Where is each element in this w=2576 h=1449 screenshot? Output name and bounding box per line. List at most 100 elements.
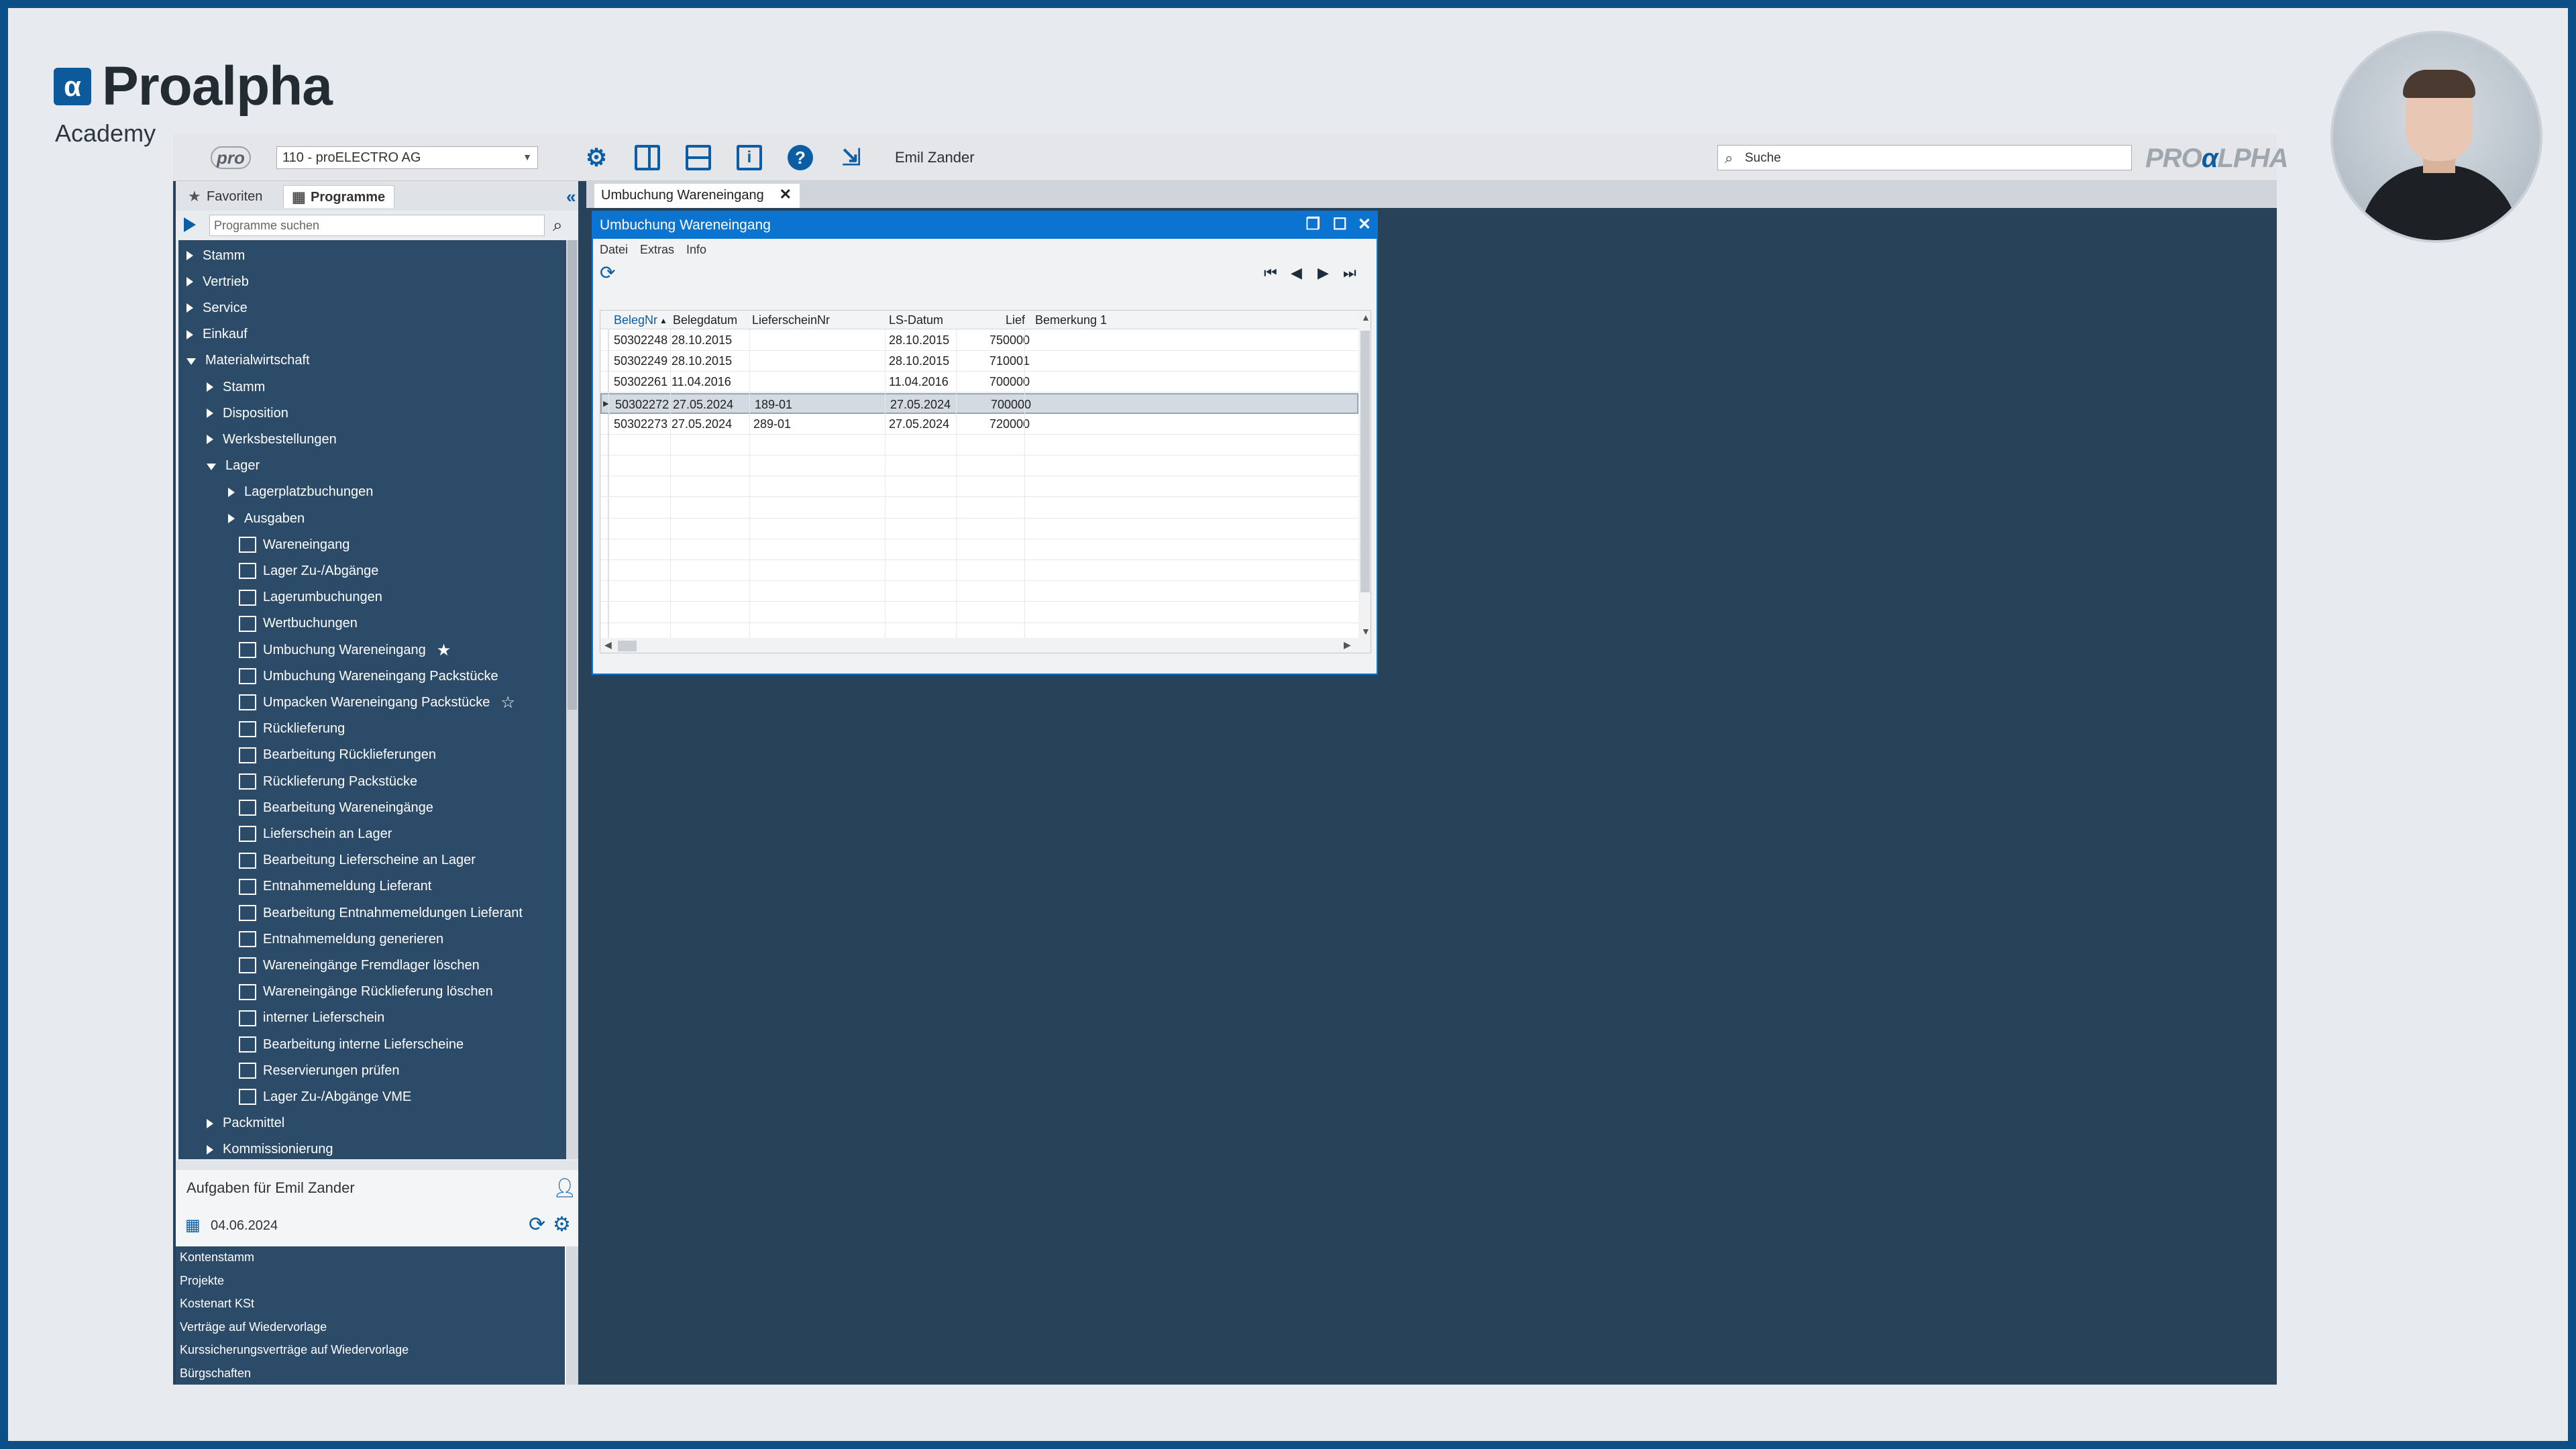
row-indicator[interactable] (600, 435, 608, 455)
chevron-right-icon[interactable] (207, 382, 213, 392)
search-icon[interactable]: ⌕ (553, 215, 563, 236)
row-indicator[interactable] (600, 602, 608, 623)
row-indicator[interactable] (600, 455, 608, 477)
calendar-icon[interactable]: ▦ (185, 1216, 201, 1235)
window-titlebar[interactable]: Umbuchung Wareneingang ❐ ☐ ✕ (593, 212, 1377, 239)
table-cell-lsdatum[interactable]: 11.04.2016 (889, 375, 949, 389)
table-cell-belegnr[interactable]: 50302273 (614, 417, 667, 431)
task-item[interactable]: Kontenstamm (180, 1250, 254, 1265)
task-item[interactable]: Kurssicherungsverträge auf Wiedervorlage (180, 1343, 409, 1357)
chevron-right-icon[interactable] (186, 303, 193, 313)
first-record-icon[interactable]: ⏮ (1264, 264, 1277, 282)
table-cell-lsdatum[interactable]: 28.10.2015 (889, 354, 949, 368)
tree-item[interactable]: Wareneingang (239, 532, 350, 557)
maximize-icon[interactable]: ☐ (1332, 215, 1347, 234)
tree-item[interactable]: Umbuchung Wareneingang Packstücke (239, 663, 498, 689)
column-header-belegdatum[interactable]: Belegdatum (673, 313, 737, 327)
menu-datei[interactable]: Datei (600, 243, 628, 256)
menu-info[interactable]: Info (686, 243, 706, 256)
chevron-down-icon[interactable] (186, 358, 196, 365)
column-header-lieferscheinnr[interactable]: LieferscheinNr (752, 313, 830, 327)
play-icon[interactable] (184, 217, 196, 232)
table-cell-lieferscheinnr[interactable]: 189-01 (755, 398, 792, 412)
table-horizontal-scrollbar[interactable]: ◀ ▶ (600, 638, 1358, 653)
tree-item[interactable]: Disposition (207, 400, 288, 426)
table-row[interactable] (600, 518, 1358, 539)
tree-item[interactable]: Einkauf (186, 322, 248, 347)
table-cell-belegdatum[interactable]: 27.05.2024 (672, 417, 732, 431)
table-vertical-scrollbar[interactable]: ▲ ▼ (1358, 311, 1371, 653)
tree-item[interactable]: Rücklieferung Packstücke (239, 769, 417, 794)
refresh-icon[interactable]: ⟳ (529, 1213, 545, 1236)
chevron-right-icon[interactable] (228, 487, 235, 497)
table-row[interactable]: 50302248 28.10.2015 28.10.2015 750000 (600, 330, 1358, 351)
tree-item[interactable]: Lagerumbuchungen (239, 585, 382, 610)
table-row[interactable] (600, 560, 1358, 582)
table-cell-lieferscheinnr[interactable]: 289-01 (753, 417, 791, 431)
row-indicator[interactable] (600, 497, 608, 519)
chevron-right-icon[interactable] (207, 1144, 213, 1155)
task-item[interactable]: Verträge auf Wiedervorlage (180, 1320, 327, 1334)
tab-programs[interactable]: ▦ Programme (283, 185, 394, 208)
panel-splitter[interactable] (176, 1161, 578, 1170)
row-indicator[interactable] (600, 476, 608, 498)
tree-item[interactable]: Bearbeitung Lieferscheine an Lager (239, 848, 476, 873)
tree-item[interactable]: Ausgaben (228, 506, 305, 531)
row-indicator[interactable] (600, 581, 608, 602)
row-indicator[interactable] (600, 330, 608, 351)
next-record-icon[interactable]: ▶ (1318, 264, 1329, 282)
chevron-left-icon[interactable]: ◀ (604, 639, 612, 651)
table-cell-lief[interactable]: 700000 (991, 398, 1031, 412)
table-cell-belegnr[interactable]: 50302249 (614, 354, 667, 368)
tree-item[interactable]: Materialwirtschaft (186, 348, 310, 374)
column-header-ls-datum[interactable]: LS-Datum (889, 313, 943, 327)
column-header-bemerkung[interactable]: Bemerkung 1 (1035, 313, 1107, 327)
tree-item[interactable]: Lagerplatzbuchungen (228, 480, 373, 505)
table-row[interactable] (600, 435, 1358, 455)
gear-icon[interactable]: ⚙ (553, 1213, 571, 1236)
tree-item[interactable]: Stamm (186, 243, 245, 268)
info-icon[interactable]: i (737, 145, 762, 170)
gear-icon[interactable]: ⚙ (582, 144, 610, 172)
table-row[interactable] (600, 602, 1358, 623)
column-header-belegnr[interactable]: BelegNr (614, 313, 657, 327)
tree-item[interactable]: Lager Zu-/Abgänge VME (239, 1084, 411, 1110)
table-row[interactable] (600, 581, 1358, 602)
row-indicator[interactable] (600, 560, 608, 582)
chevron-right-icon[interactable] (207, 409, 213, 419)
tree-item[interactable]: Packmittel (207, 1111, 284, 1136)
table-row[interactable]: 50302273 27.05.2024 289-01 27.05.2024 720000 (600, 413, 1358, 435)
table-cell-belegnr[interactable]: 50302261 (614, 375, 667, 389)
row-indicator[interactable] (600, 413, 608, 435)
program-search-input[interactable]: Programme suchen (209, 215, 545, 236)
table-cell-belegdatum[interactable]: 28.10.2015 (672, 354, 732, 368)
chevron-right-icon[interactable] (207, 1118, 213, 1128)
tree-scrollbar[interactable] (566, 240, 578, 1159)
chevron-down-icon[interactable]: ▼ (1361, 626, 1371, 637)
chevron-up-icon[interactable]: ▲ (1361, 312, 1371, 323)
table-cell-lsdatum[interactable]: 28.10.2015 (889, 333, 949, 347)
tree-item[interactable]: Umbuchung Wareneingang ★ (239, 637, 451, 663)
row-indicator[interactable] (600, 351, 608, 372)
menu-extras[interactable]: Extras (640, 243, 674, 256)
panel-icon[interactable] (635, 145, 660, 170)
chevron-right-icon[interactable] (186, 329, 193, 339)
pro-badge[interactable]: pro (211, 146, 251, 169)
chevron-right-icon[interactable]: ▶ (1344, 639, 1351, 651)
add-favorite-star-icon[interactable]: ☆ (500, 693, 515, 712)
close-icon[interactable]: ✕ (1358, 215, 1371, 234)
tree-item[interactable]: Bearbeitung Wareneingänge (239, 795, 433, 820)
chevron-down-icon[interactable] (207, 463, 216, 470)
layout-icon[interactable] (686, 145, 711, 170)
task-scrollbar[interactable] (566, 1246, 578, 1385)
tree-item[interactable]: Wareneingänge Rücklieferung löschen (239, 979, 493, 1005)
collapse-panel-icon[interactable]: « (566, 186, 576, 207)
tree-item[interactable]: Reservierungen prüfen (239, 1058, 399, 1083)
table-cell-belegnr[interactable]: 50302272 (615, 398, 669, 412)
table-cell-lsdatum[interactable]: 27.05.2024 (889, 417, 949, 431)
tree-item[interactable]: interner Lieferschein (239, 1006, 384, 1031)
table-row[interactable]: 50302249 28.10.2015 28.10.2015 710001 (600, 351, 1358, 372)
favorite-star-icon[interactable]: ★ (437, 641, 451, 660)
last-record-icon[interactable]: ⏭ (1343, 264, 1356, 282)
table-row[interactable]: 50302261 11.04.2016 11.04.2016 700000 (600, 372, 1358, 393)
